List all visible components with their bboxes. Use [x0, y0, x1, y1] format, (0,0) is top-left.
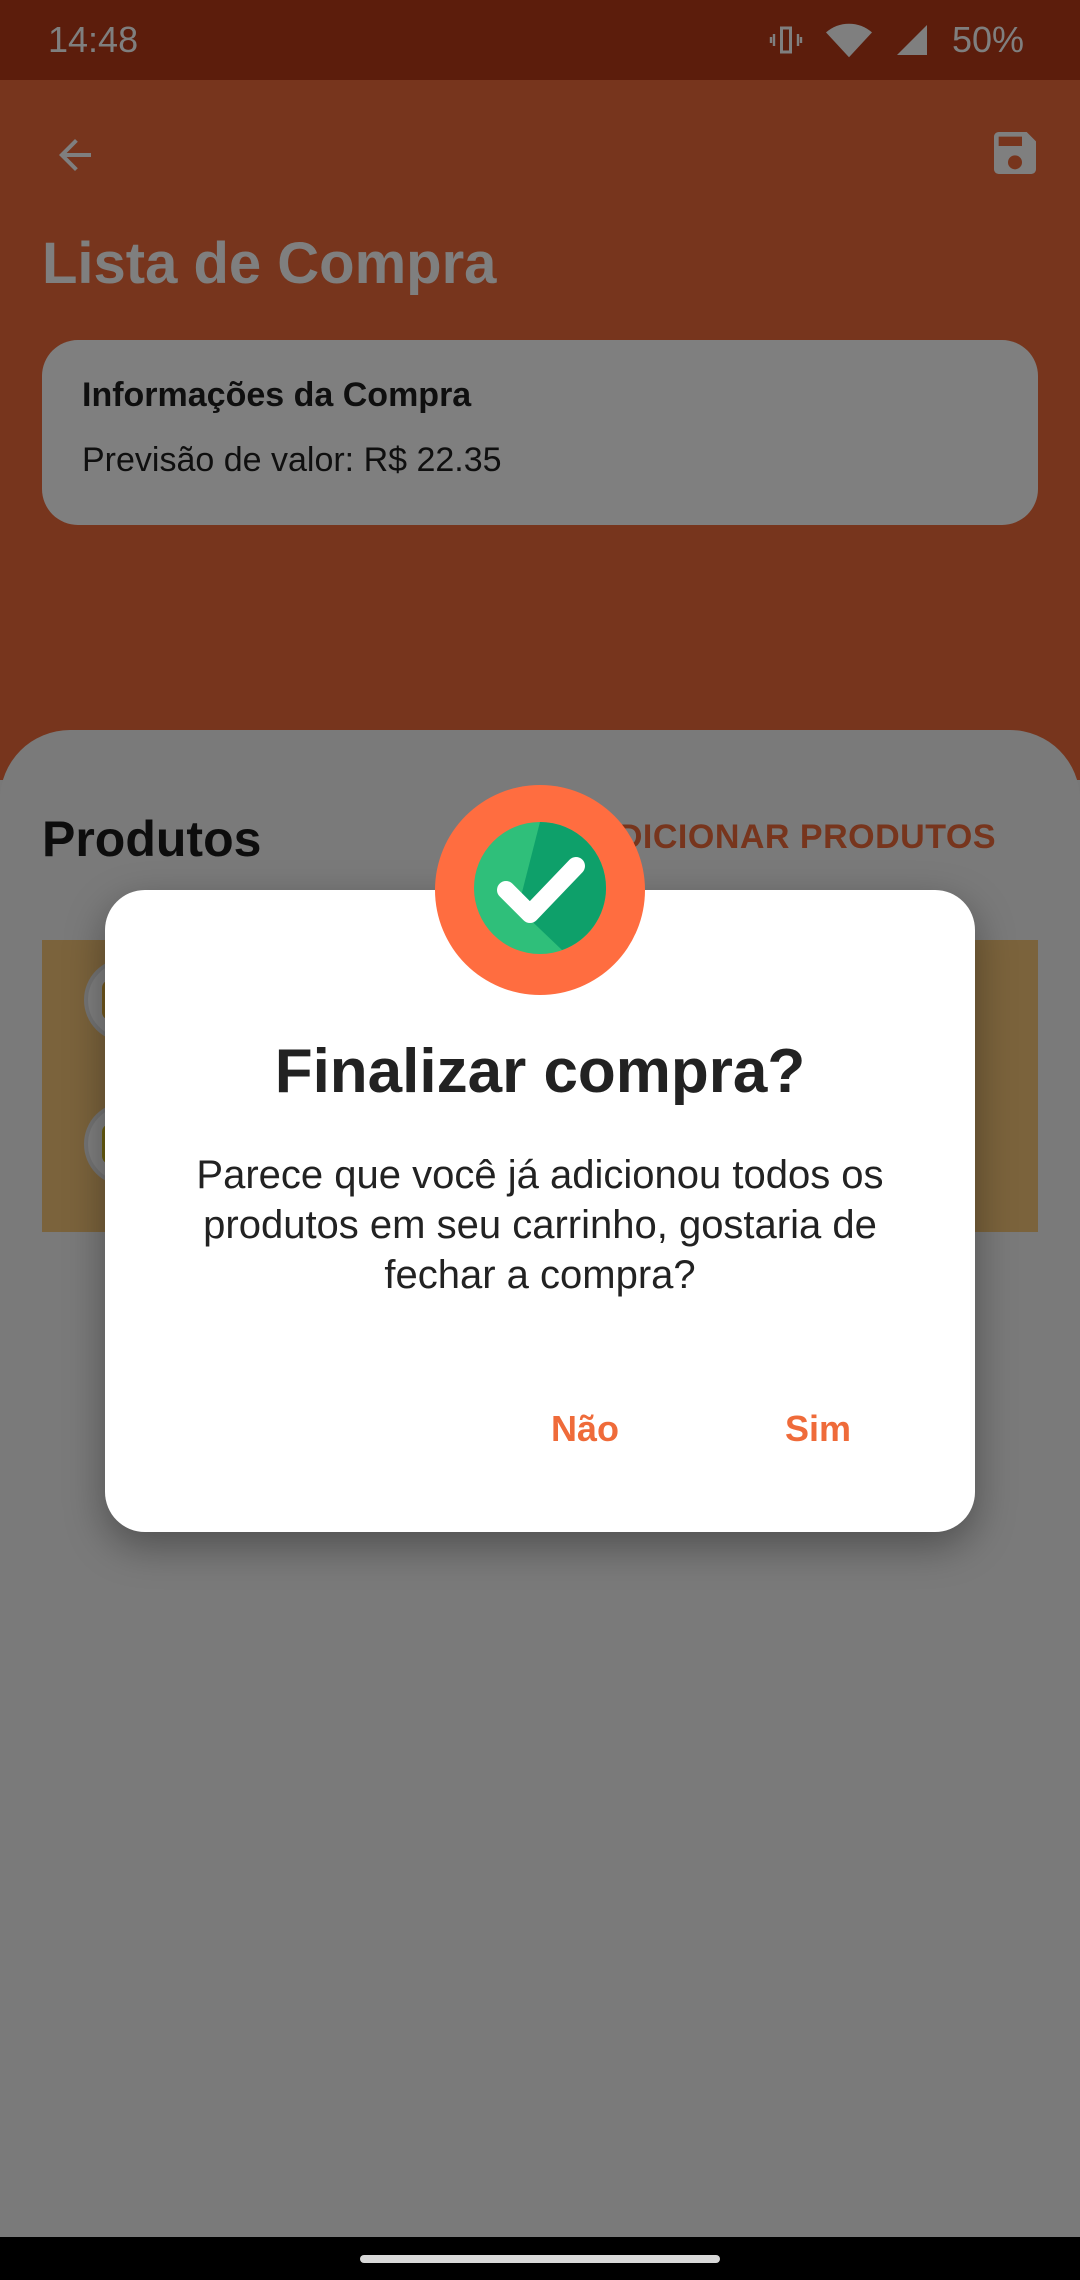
home-gesture-handle[interactable]	[360, 2255, 720, 2263]
dialog-badge	[435, 785, 645, 995]
yes-button[interactable]: Sim	[769, 1398, 867, 1460]
dialog-message: Parece que você já adicionou todos os pr…	[196, 1153, 884, 1297]
no-button[interactable]: Não	[535, 1398, 635, 1460]
navigation-bar	[0, 2237, 1080, 2280]
dialog-title: Finalizar compra?	[274, 1037, 806, 1106]
check-circle-icon	[472, 820, 608, 961]
screen: 14:48 50% Lista de Compra	[0, 0, 1080, 2280]
